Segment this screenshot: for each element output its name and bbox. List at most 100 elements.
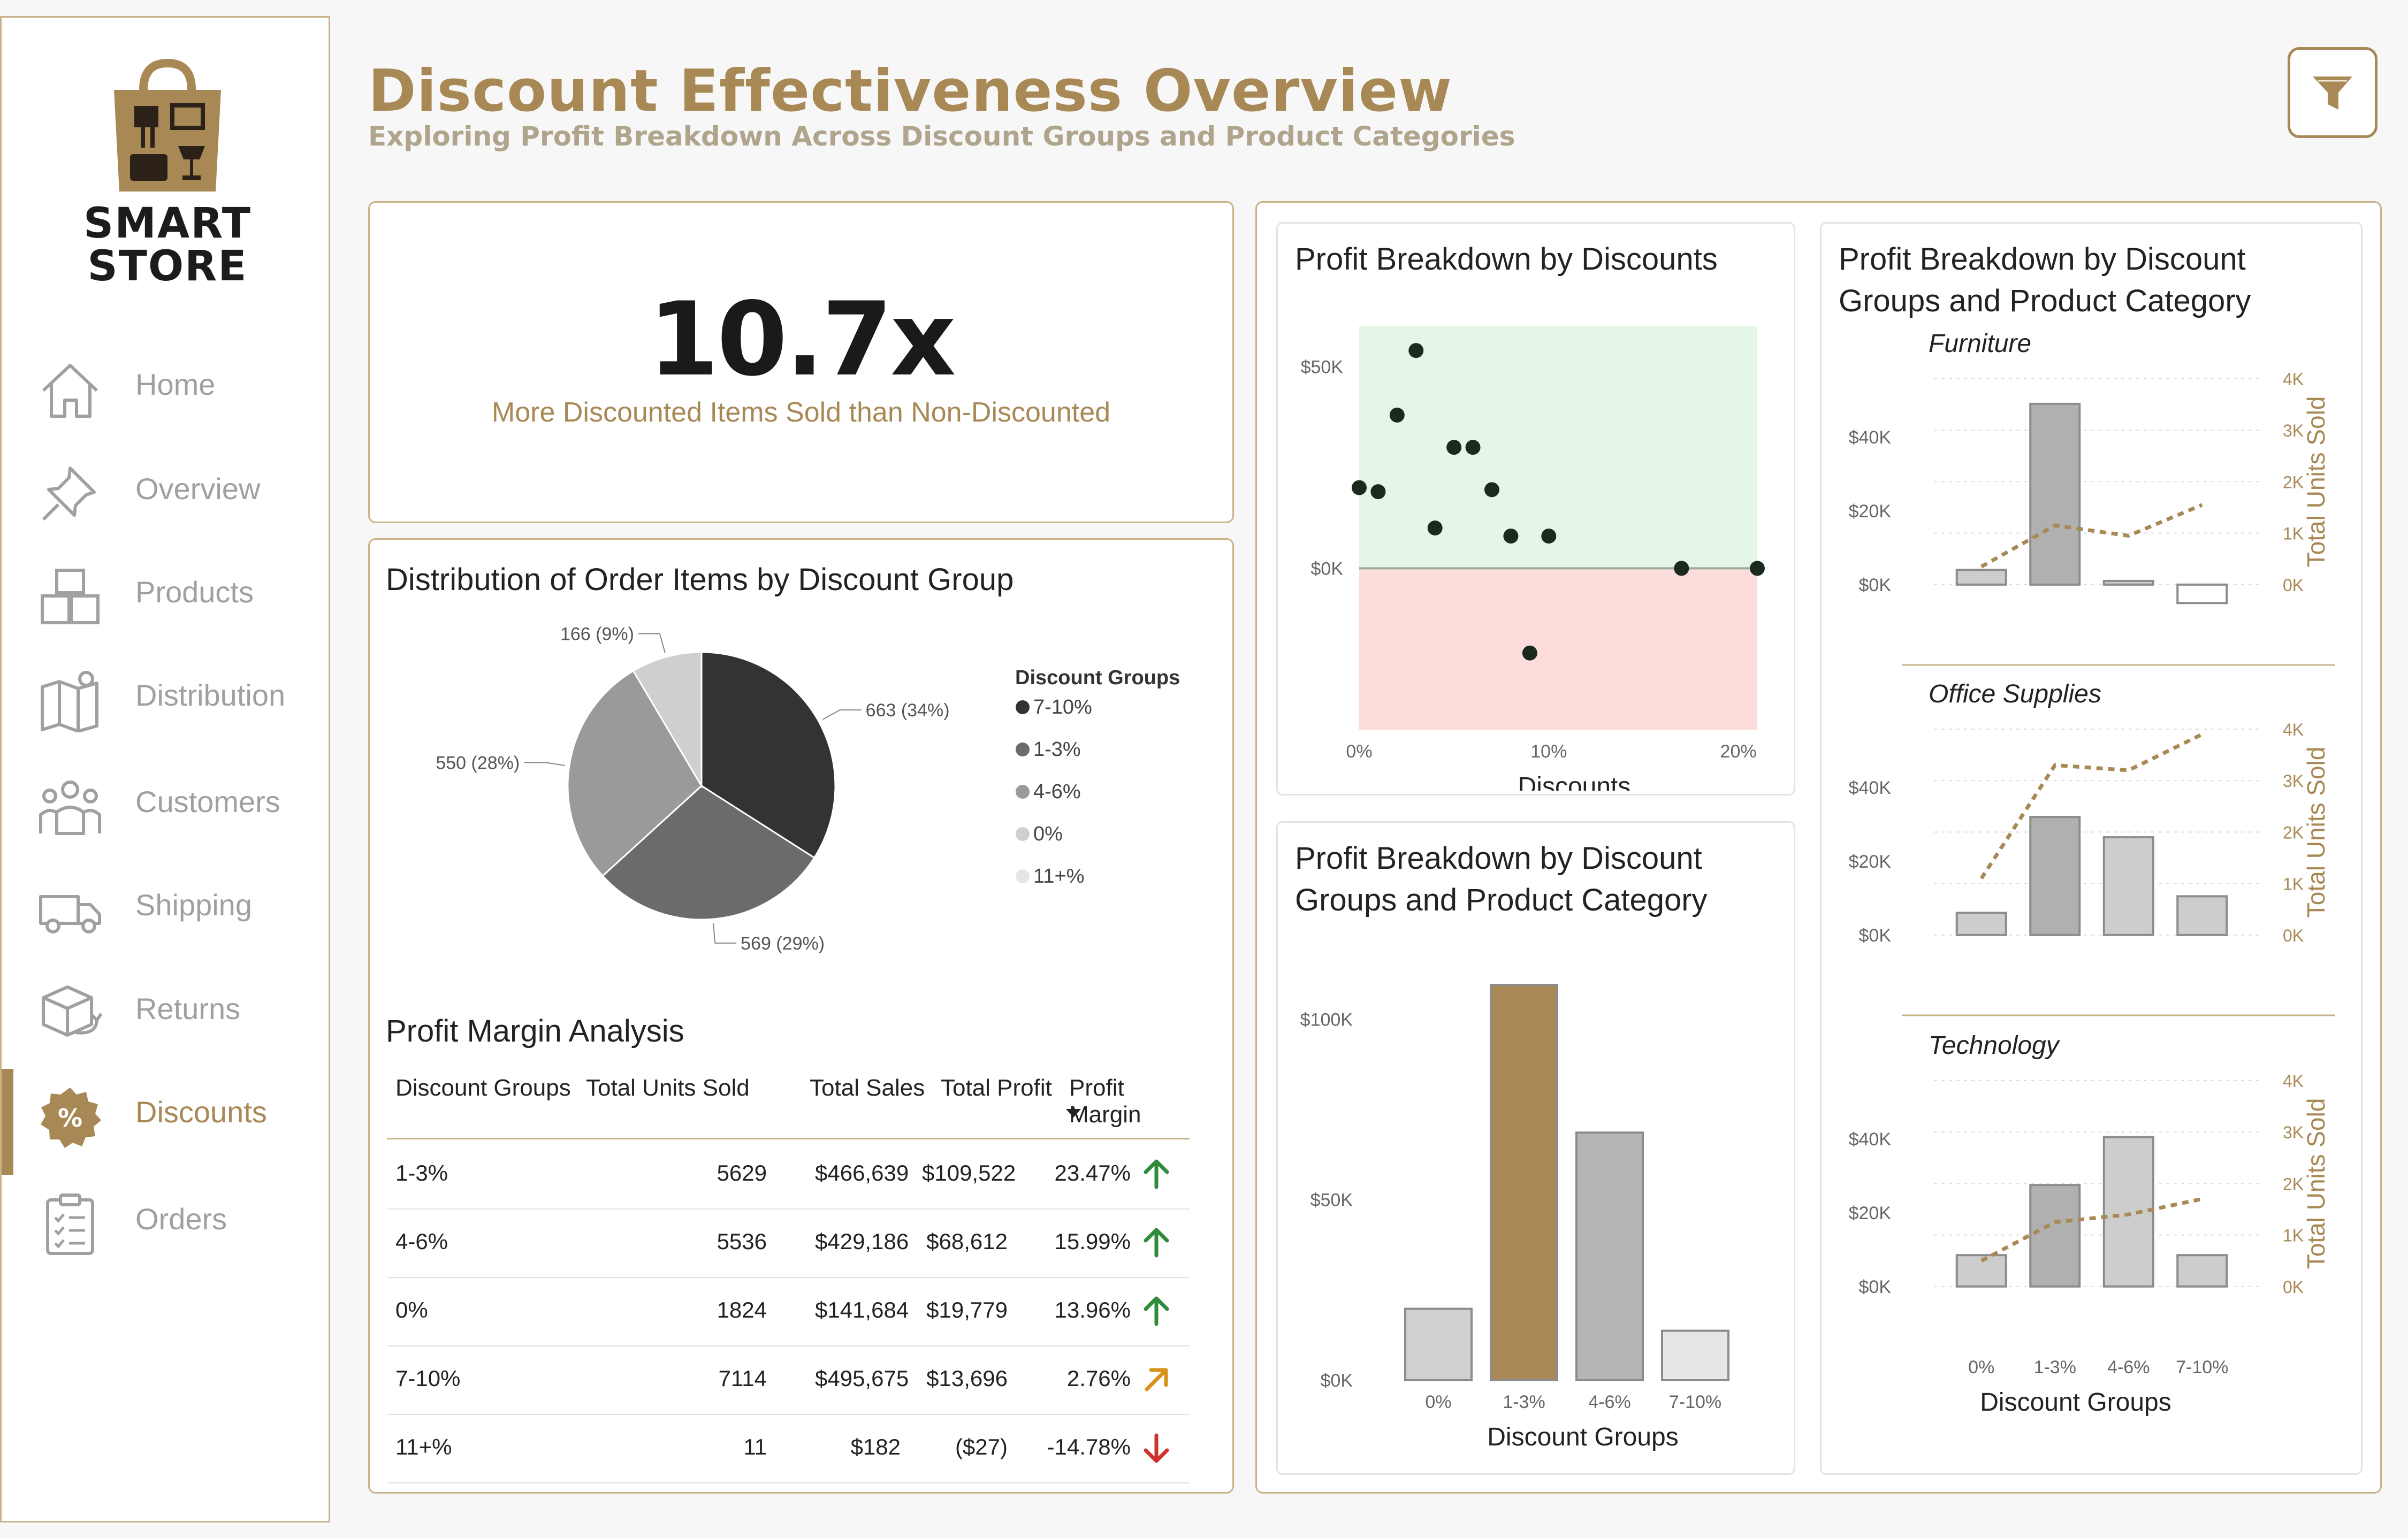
scatter-point[interactable]	[1427, 521, 1443, 535]
scatter-point[interactable]	[1408, 343, 1424, 358]
x-tick-label: 0%	[1968, 1357, 1994, 1378]
category-bar[interactable]	[2102, 579, 2154, 586]
scatter-point[interactable]	[1522, 645, 1537, 661]
pie-legend-label[interactable]: 0%	[1033, 823, 1063, 845]
scatter-point[interactable]	[1370, 484, 1386, 500]
filter-button[interactable]	[2288, 47, 2377, 138]
bar[interactable]	[1575, 1131, 1644, 1381]
sidebar-item-overview[interactable]: Overview	[2, 446, 330, 526]
filter-icon	[2313, 76, 2352, 110]
table-row[interactable]: 11+% 11 $182 ($27) -14.78%	[387, 1414, 1190, 1483]
bar[interactable]	[1490, 984, 1558, 1382]
units-sold-line[interactable]	[1980, 503, 2203, 569]
cell-profit-margin: 15.99%	[1054, 1229, 1131, 1254]
sort-descending-icon[interactable]	[1063, 1106, 1084, 1122]
table-row[interactable]: 1-3% 5629 $466,639 $109,522 23.47%	[387, 1140, 1190, 1210]
y2-axis-label: Total Units Sold	[2302, 747, 2330, 918]
column-header-total-units-sold[interactable]: Total Units Sold	[586, 1075, 750, 1101]
scatter-point[interactable]	[1465, 440, 1481, 455]
scatter-point[interactable]	[1750, 561, 1765, 576]
arrow-up-icon	[1144, 1228, 1169, 1258]
pin-icon	[42, 466, 96, 521]
sidebar-item-orders[interactable]: Orders	[2, 1176, 330, 1256]
y-tick-label: $40K	[1849, 778, 1892, 798]
scatter-point[interactable]	[1484, 482, 1499, 498]
arrow-up-icon	[1144, 1159, 1169, 1189]
scatter-point[interactable]	[1674, 561, 1689, 576]
y-tick-label: $20K	[1849, 501, 1892, 522]
pie-legend-marker[interactable]	[1016, 743, 1030, 756]
sidebar-item-products[interactable]: Products	[2, 549, 330, 629]
table-row[interactable]: 0% 1824 $141,684 $19,779 13.96%	[387, 1277, 1190, 1346]
home-icon	[42, 364, 98, 418]
arrow-down-icon	[1144, 1433, 1169, 1463]
pie-legend-marker[interactable]	[1016, 700, 1030, 714]
pie-legend-label[interactable]: 4-6%	[1033, 781, 1081, 803]
sidebar-item-label: Home	[135, 368, 216, 401]
pie-legend-label[interactable]: 11+%	[1033, 865, 1084, 887]
units-sold-line[interactable]	[1980, 1197, 2203, 1262]
category-bar[interactable]	[2102, 836, 2154, 936]
pie-chart: 663 (34%) 569 (29%) 550 (28%) 166 (9%) Disco…	[436, 624, 1180, 954]
x-tick-label: 20%	[1720, 741, 1757, 762]
kpi-card: 10.7x More Discounted Items Sold than No…	[368, 201, 1234, 523]
pie-legend-label[interactable]: 1-3%	[1033, 738, 1081, 761]
y2-tick-label: 2K	[2283, 823, 2304, 842]
scatter-point[interactable]	[1446, 440, 1462, 455]
pie-legend-label[interactable]: 7-10%	[1033, 696, 1092, 718]
sidebar-item-returns[interactable]: Returns	[2, 966, 330, 1046]
sidebar-item-shipping[interactable]: Shipping	[2, 862, 330, 942]
cell-total-sales: $141,684	[815, 1297, 909, 1322]
category-bar[interactable]	[1955, 569, 2007, 586]
category-bar[interactable]	[2029, 402, 2081, 586]
pie-data-label: 569 (29%)	[741, 933, 825, 954]
cell-total-units-sold: 5536	[717, 1229, 767, 1254]
scatter-point[interactable]	[1352, 480, 1367, 495]
y2-tick-label: 1K	[2283, 1226, 2304, 1245]
clipboard-icon	[46, 1193, 94, 1255]
column-header-total-sales[interactable]: Total Sales	[810, 1075, 925, 1101]
bar[interactable]	[1404, 1307, 1473, 1382]
table-row[interactable]: 4-6% 5536 $429,186 $68,612 15.99%	[387, 1208, 1190, 1278]
scatter-point[interactable]	[1541, 529, 1557, 544]
sidebar-item-customers[interactable]: Customers	[2, 759, 330, 839]
category-bar[interactable]	[1955, 912, 2007, 936]
scatter-point[interactable]	[1389, 407, 1405, 423]
scatter-point[interactable]	[1503, 529, 1519, 544]
y2-axis-label: Total Units Sold	[2302, 396, 2330, 568]
kpi-value: 10.7x	[648, 280, 956, 399]
y-tick-label: $20K	[1849, 852, 1892, 872]
sidebar-item-label: Distribution	[135, 678, 286, 712]
active-indicator	[2, 1069, 13, 1175]
category-bar[interactable]	[2029, 816, 2081, 936]
category-bar[interactable]	[2176, 583, 2228, 605]
category-bar[interactable]	[2102, 1136, 2154, 1288]
table-row[interactable]: 7-10% 7114 $495,675 $13,696 2.76%	[387, 1345, 1190, 1415]
page-title: Discount Effectiveness Overview	[368, 58, 1452, 125]
category-bar[interactable]	[2176, 1254, 2228, 1288]
pie-legend-marker[interactable]	[1016, 869, 1030, 883]
category-panel-title: Office Supplies	[1929, 680, 2101, 708]
pie-leader-line	[524, 762, 565, 766]
sidebar-item-discounts[interactable]: % Discounts	[2, 1069, 330, 1175]
pie-legend-marker[interactable]	[1016, 785, 1030, 799]
column-header-profit-margin[interactable]: Profit Margin	[1069, 1075, 1190, 1128]
column-header-total-profit[interactable]: Total Profit	[941, 1075, 1052, 1101]
bar[interactable]	[1661, 1329, 1729, 1381]
column-header-discount-groups[interactable]: Discount Groups	[395, 1075, 571, 1101]
y-tick-label: $20K	[1849, 1203, 1892, 1223]
bar-chart: $100K $50K $0K 0% 1-3% 4-6% 7-10% Discount Grou…	[1300, 984, 1729, 1451]
cell-discount-group: 4-6%	[395, 1229, 448, 1254]
sidebar-item-distribution[interactable]: Distribution	[2, 652, 330, 732]
category-bar[interactable]	[2176, 895, 2228, 936]
svg-text:%: %	[58, 1104, 82, 1133]
x-tick-label: 7-10%	[1669, 1392, 1721, 1412]
pie-leader-line	[822, 709, 862, 720]
category-bar[interactable]	[2029, 1184, 2081, 1288]
y2-tick-label: 4K	[2283, 720, 2304, 739]
y-tick-label: $0K	[1859, 575, 1892, 595]
brand-line-1: SMART	[83, 200, 252, 248]
sidebar-item-home[interactable]: Home	[2, 341, 330, 422]
units-sold-line[interactable]	[1979, 732, 2203, 879]
pie-legend-marker[interactable]	[1016, 827, 1030, 841]
